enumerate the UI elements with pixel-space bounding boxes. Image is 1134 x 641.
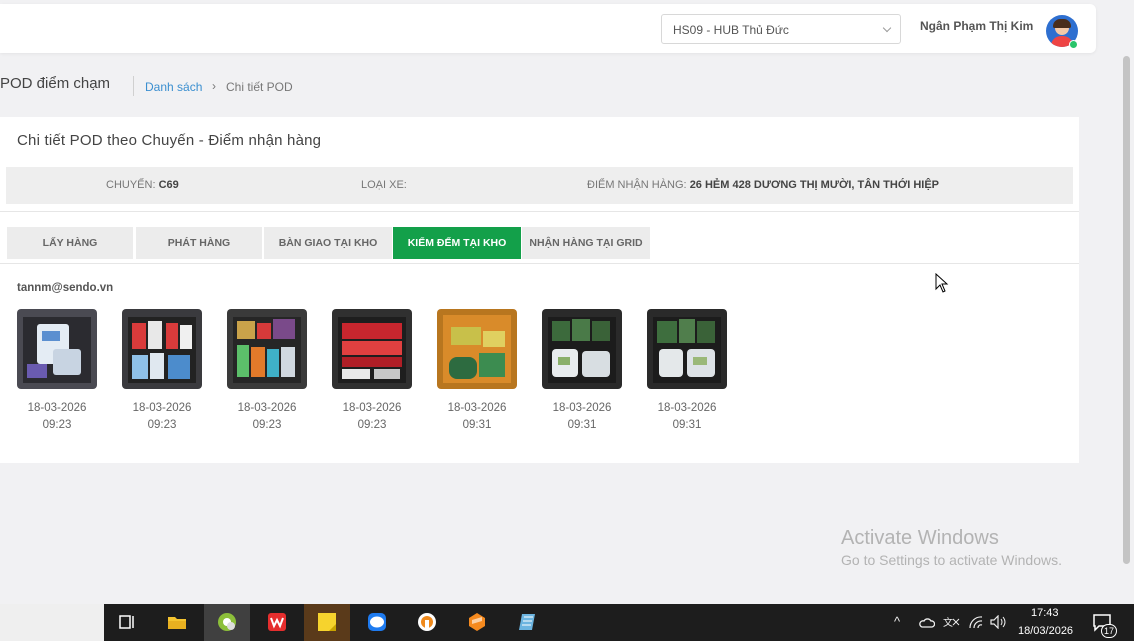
breadcrumb-separator: › — [212, 79, 216, 93]
trip-value: C69 — [158, 179, 179, 191]
title-divider — [133, 76, 134, 96]
page-title: POD điểm chạm — [0, 75, 111, 92]
windows-taskbar: ^ 文 — [104, 604, 1134, 641]
wifi-icon[interactable] — [968, 615, 984, 629]
input-method-icon[interactable]: 文 — [942, 615, 960, 629]
tab-lay-hang[interactable]: LẤY HÀNG — [7, 227, 133, 259]
scrollbar-thumb[interactable] — [1123, 56, 1130, 564]
zalo-button[interactable] — [354, 604, 400, 641]
activate-windows-title: Activate Windows — [841, 527, 999, 549]
pickup-label: ĐIỂM NHẬN HÀNG: — [587, 179, 687, 191]
tab-kiem-dem-tai-kho[interactable]: KIỂM ĐẾM TẠI KHO — [393, 227, 521, 259]
photo-thumbnail[interactable] — [122, 309, 202, 389]
coccoc-browser-button[interactable] — [204, 604, 250, 641]
taskbar-clock-date[interactable]: 18/03/2026 — [1018, 625, 1073, 637]
coccoc-browser-icon — [218, 613, 236, 631]
hub-select-value: HS09 - HUB Thủ Đức — [673, 23, 789, 37]
breadcrumb-current: Chi tiết POD — [226, 80, 293, 94]
pod-detail-card: Chi tiết POD theo Chuyến - Điểm nhận hàn… — [0, 117, 1079, 463]
activate-windows-subtitle: Go to Settings to activate Windows. — [841, 552, 1062, 568]
sublime-button[interactable] — [454, 604, 500, 641]
sublime-icon — [469, 613, 485, 631]
photo-thumbnail[interactable] — [332, 309, 412, 389]
vehicle-label: LOẠI XE: — [361, 179, 407, 191]
photo-thumbnail[interactable] — [542, 309, 622, 389]
svg-text:文: 文 — [943, 616, 953, 629]
mouse-pointer-icon — [935, 273, 949, 293]
photo-time: 09:31 — [567, 419, 597, 431]
online-status-icon — [1069, 40, 1078, 49]
photo-timestamp: 18-03-2026 09:31 — [647, 400, 727, 434]
vehicle-info: LOẠI XE: — [361, 179, 407, 191]
photo-date: 18-03-2026 — [132, 402, 192, 414]
photo-date: 18-03-2026 — [657, 402, 717, 414]
onedrive-icon[interactable] — [919, 615, 935, 629]
pickup-point-info: ĐIỂM NHẬN HÀNG: 26 HẺM 428 DƯƠNG THỊ MƯỜ… — [587, 179, 939, 191]
photo-time: 09:31 — [672, 419, 702, 431]
breadcrumb-link-list[interactable]: Danh sách — [145, 80, 202, 94]
photo-timestamp: 18-03-2026 09:31 — [542, 400, 622, 434]
notification-count-badge: 17 — [1101, 624, 1117, 638]
photo-date: 18-03-2026 — [447, 402, 507, 414]
uploader-email: tannm@sendo.vn — [17, 282, 114, 294]
task-view-icon — [119, 615, 134, 629]
photo-time: 09:23 — [147, 419, 177, 431]
avatar-hair-shape — [1053, 19, 1071, 28]
sticky-notes-icon — [318, 613, 336, 631]
photo-timestamp: 18-03-2026 09:23 — [17, 400, 97, 434]
notepad-icon — [519, 614, 535, 630]
photo-date: 18-03-2026 — [342, 402, 402, 414]
photo-thumbnail[interactable] — [437, 309, 517, 389]
tab-phat-hang[interactable]: PHÁT HÀNG — [136, 227, 262, 259]
taskbar-clock-time[interactable]: 17:43 — [1031, 607, 1059, 619]
photo-time: 09:23 — [357, 419, 387, 431]
taskbar-left-area — [0, 604, 104, 641]
wps-office-icon — [268, 613, 286, 631]
sticky-notes-button[interactable] — [304, 604, 350, 641]
ultraviewer-icon — [418, 613, 436, 631]
photo-time: 09:23 — [252, 419, 282, 431]
zalo-icon — [368, 613, 386, 631]
notepad-button[interactable] — [504, 604, 550, 641]
photo-thumbnail[interactable] — [17, 309, 97, 389]
photo-date: 18-03-2026 — [27, 402, 87, 414]
photo-timestamp: 18-03-2026 09:23 — [122, 400, 202, 434]
photo-thumbnail[interactable] — [647, 309, 727, 389]
photo-thumbnail[interactable] — [227, 309, 307, 389]
photo-timestamp: 18-03-2026 09:23 — [332, 400, 412, 434]
photo-timestamp: 18-03-2026 09:31 — [437, 400, 517, 434]
ultraviewer-button[interactable] — [404, 604, 450, 641]
photo-date: 18-03-2026 — [237, 402, 297, 414]
divider — [0, 211, 1079, 212]
photo-timestamp: 18-03-2026 09:23 — [227, 400, 307, 434]
wps-office-button[interactable] — [254, 604, 300, 641]
chevron-down-icon — [882, 23, 892, 33]
divider — [0, 263, 1079, 264]
task-view-button[interactable] — [104, 604, 150, 641]
file-explorer-button[interactable] — [154, 604, 200, 641]
trip-info-bar: CHUYẾN: C69 LOẠI XE: ĐIỂM NHẬN HÀNG: 26 … — [6, 167, 1073, 204]
pickup-value: 26 HẺM 428 DƯƠNG THỊ MƯỜI, TÂN THỚI HIỆP — [689, 179, 940, 191]
show-hidden-icons-icon[interactable]: ^ — [894, 614, 900, 629]
tab-ban-giao-tai-kho[interactable]: BÀN GIAO TẠI KHO — [264, 227, 392, 259]
card-title: Chi tiết POD theo Chuyến - Điểm nhận hàn… — [17, 132, 322, 149]
user-name[interactable]: Ngân Phạm Thị Kim — [920, 19, 1033, 33]
photo-date: 18-03-2026 — [552, 402, 612, 414]
hub-select[interactable]: HS09 - HUB Thủ Đức — [661, 14, 901, 44]
volume-icon[interactable] — [990, 615, 1008, 629]
tab-nhan-hang-tai-grid[interactable]: NHẬN HÀNG TẠI GRID — [522, 227, 650, 259]
photo-time: 09:31 — [462, 419, 492, 431]
photo-time: 09:23 — [42, 419, 72, 431]
trip-label: CHUYẾN: — [106, 179, 156, 191]
trip-info: CHUYẾN: C69 — [106, 179, 179, 191]
file-explorer-icon — [168, 617, 186, 629]
top-header: HS09 - HUB Thủ Đức Ngân Phạm Thị Kim — [0, 4, 1096, 53]
